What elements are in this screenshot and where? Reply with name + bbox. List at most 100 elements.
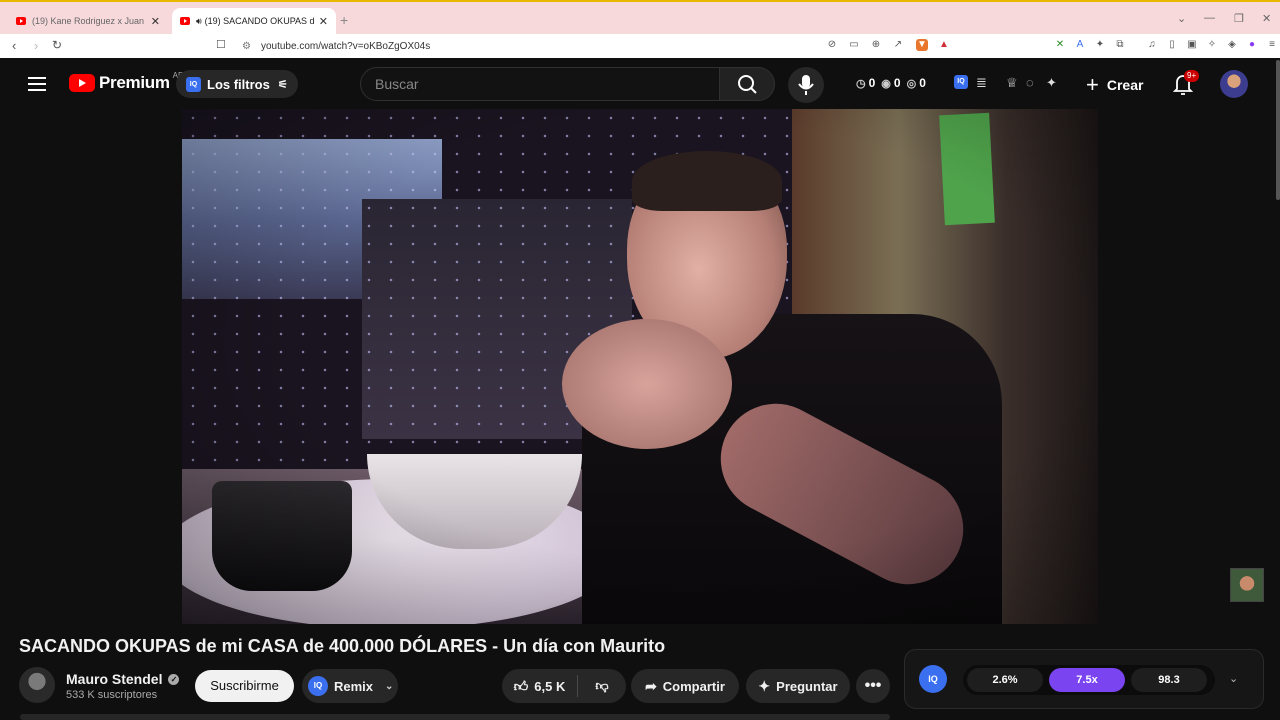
- thumbs-down-icon: 👎︎: [595, 678, 609, 693]
- filters-button[interactable]: IQ Los filtros ⚟: [176, 70, 298, 98]
- eye-icon: ◉: [881, 77, 891, 90]
- logo-text: Premium: [99, 73, 170, 92]
- iq-icon[interactable]: IQ: [954, 75, 968, 89]
- speaker-icon[interactable]: 🔊︎: [196, 16, 202, 27]
- like-count: 6,5 K: [534, 678, 566, 694]
- youtube-premium-logo[interactable]: Premium AR: [69, 71, 184, 93]
- address-bar[interactable]: ⚙ youtube.com/watch?v=oKBoZgOX04s: [242, 37, 430, 55]
- iq-icon[interactable]: IQ: [919, 665, 947, 693]
- chevron-down-icon[interactable]: ⌄: [1229, 672, 1238, 685]
- hamburger-menu-icon[interactable]: [28, 77, 46, 91]
- chevron-down-icon[interactable]: ⌄: [385, 681, 393, 692]
- like-button[interactable]: 👍︎ 6,5 K: [502, 675, 578, 697]
- music-icon[interactable]: ♫: [1146, 39, 1158, 51]
- tab-list-chevron-icon[interactable]: ⌄: [1177, 12, 1186, 25]
- profile-icon[interactable]: ●: [1246, 39, 1258, 51]
- screenshot-icon[interactable]: ⧉: [1114, 39, 1126, 51]
- video-player[interactable]: [182, 109, 1098, 624]
- sliders-icon: ⚟: [277, 78, 288, 91]
- tab-title: (19) Kane Rodriguez x Juan Freer - Pl: [32, 16, 147, 26]
- stats-counters: ◷ 0 ◉ 0 ◎ 0: [850, 76, 926, 90]
- tab-title: (19) SACANDO OKUPAS de m: [204, 16, 315, 26]
- browser-tab[interactable]: (19) Kane Rodriguez x Juan Freer - Pl ✕: [8, 8, 168, 34]
- iq-stat-value[interactable]: 7.5x: [1049, 668, 1125, 692]
- search-button[interactable]: [719, 67, 775, 101]
- like-dislike-group: 👍︎ 6,5 K 👎︎: [502, 669, 626, 703]
- eye-off-icon[interactable]: ⊘: [826, 39, 838, 51]
- browser-toolbar: ‹ › ↻ ☐ ⚙ youtube.com/watch?v=oKBoZgOX04…: [0, 34, 1280, 58]
- counter-value: 0: [919, 76, 926, 90]
- pip-icon[interactable]: ▭: [848, 39, 860, 51]
- share-label: Compartir: [662, 678, 725, 694]
- zoom-icon[interactable]: ⊕: [870, 39, 882, 51]
- youtube-favicon-icon: [180, 17, 190, 25]
- video-vignette: [182, 109, 1098, 624]
- youtube-favicon-icon: [16, 17, 26, 25]
- more-actions-button[interactable]: •••: [856, 669, 890, 703]
- site-info-icon[interactable]: ⚙: [242, 41, 251, 52]
- close-tab-icon[interactable]: ✕: [319, 15, 328, 28]
- restore-icon[interactable]: ❐: [1234, 12, 1244, 25]
- translate-icon[interactable]: A: [1074, 39, 1086, 51]
- counter-value: 0: [893, 76, 901, 90]
- iq-stats-panel: IQ 2.6% 7.5x 98.3 ⌄: [904, 649, 1264, 709]
- browser-tab-active[interactable]: 🔊︎ (19) SACANDO OKUPAS de m ✕: [172, 8, 336, 34]
- search-placeholder: Buscar: [375, 76, 419, 92]
- list-icon[interactable]: ≣: [976, 75, 987, 91]
- search-input[interactable]: Buscar: [360, 67, 720, 101]
- share-icon: ➦: [645, 677, 657, 694]
- ai-icon[interactable]: ✧: [1206, 39, 1218, 51]
- rewards-icon[interactable]: ▲: [938, 39, 950, 51]
- create-button[interactable]: + Crear: [1086, 72, 1143, 98]
- subscribe-button[interactable]: Suscribirme: [195, 670, 294, 702]
- sparkle-icon[interactable]: ✦: [1046, 75, 1057, 91]
- ask-label: Preguntar: [776, 678, 838, 694]
- iq-icon: IQ: [308, 676, 328, 696]
- subscriber-count: 533 K suscriptores: [66, 689, 158, 701]
- dislike-button[interactable]: 👎︎: [578, 678, 626, 694]
- new-tab-icon[interactable]: +: [340, 12, 348, 28]
- vpn-icon[interactable]: ◈: [1226, 39, 1238, 51]
- menu-icon[interactable]: ≡: [1266, 39, 1278, 51]
- thumbs-up-icon: 👍︎: [513, 677, 529, 694]
- forward-icon[interactable]: ›: [34, 38, 38, 53]
- page-scrollbar[interactable]: [1276, 60, 1280, 200]
- reload-icon[interactable]: ↻: [52, 38, 62, 52]
- sidebar-icon[interactable]: ▯: [1166, 39, 1178, 51]
- brave-shield-icon[interactable]: ▼: [916, 39, 928, 51]
- youtube-header: Premium AR IQ Los filtros ⚟ Buscar ◷0 ◉0…: [0, 60, 1280, 108]
- puzzle-icon[interactable]: ✦: [1094, 39, 1106, 51]
- share-icon[interactable]: ↗: [892, 39, 904, 51]
- channel-name[interactable]: Mauro Stendel ✓: [66, 671, 180, 687]
- remix-button[interactable]: IQ Remix ⌄: [302, 669, 398, 703]
- iq-stat-value[interactable]: 2.6%: [967, 668, 1043, 692]
- description-box-edge[interactable]: [20, 714, 890, 720]
- search-icon: [738, 75, 757, 94]
- microphone-icon: [798, 75, 814, 95]
- browser-tab-bar: (19) Kane Rodriguez x Juan Freer - Pl ✕ …: [0, 0, 1280, 34]
- channel-avatar[interactable]: [19, 667, 55, 703]
- notifications-button[interactable]: 9+: [1172, 70, 1200, 96]
- video-title: SACANDO OKUPAS de mi CASA de 400.000 DÓL…: [19, 636, 666, 656]
- remix-label: Remix: [334, 678, 374, 694]
- iq-stat-value[interactable]: 98.3: [1131, 668, 1207, 692]
- close-window-icon[interactable]: ✕: [1262, 12, 1271, 25]
- wallet-icon[interactable]: ▣: [1186, 39, 1198, 51]
- chat-icon[interactable]: ◌: [1026, 75, 1034, 90]
- bookmark-icon[interactable]: ☐: [216, 38, 226, 51]
- back-icon[interactable]: ‹: [12, 38, 16, 53]
- trophy-icon[interactable]: ♕: [1006, 75, 1018, 91]
- extension-icon[interactable]: ✕: [1054, 39, 1066, 51]
- minimize-icon[interactable]: —: [1204, 12, 1215, 24]
- clock-icon: ◷: [856, 77, 866, 90]
- eye-icon: ◎: [906, 77, 917, 90]
- channel-watermark[interactable]: [1230, 568, 1264, 602]
- iq-icon: IQ: [186, 76, 201, 92]
- account-avatar[interactable]: [1220, 70, 1248, 98]
- share-button[interactable]: ➦ Compartir: [631, 669, 739, 703]
- voice-search-button[interactable]: [788, 67, 824, 103]
- plus-icon: +: [1086, 72, 1099, 97]
- close-tab-icon[interactable]: ✕: [151, 15, 160, 28]
- counter-value: 0: [868, 76, 876, 90]
- ask-button[interactable]: ✦ Preguntar: [746, 669, 850, 703]
